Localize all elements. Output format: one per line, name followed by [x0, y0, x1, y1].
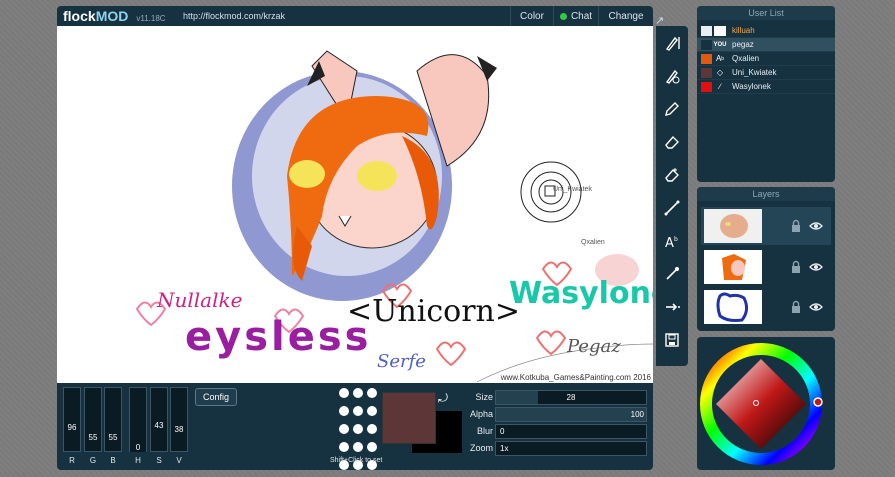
brush-preset[interactable]	[339, 388, 349, 398]
alpha-level	[496, 408, 646, 421]
brush-preset[interactable]	[339, 424, 349, 434]
layer-item[interactable]	[701, 248, 831, 286]
blur-field[interactable]: 0	[495, 424, 647, 439]
user-row[interactable]: ◇ Uni_Kwiatek	[697, 66, 835, 80]
brush-preset[interactable]	[353, 406, 363, 416]
layer-item[interactable]	[701, 207, 831, 245]
blue-slider[interactable]: 55	[104, 387, 122, 452]
brush-preset[interactable]	[367, 442, 377, 452]
layer-item[interactable]	[701, 288, 831, 326]
lock-icon[interactable]	[789, 300, 803, 314]
brush-icon: ∕	[719, 82, 721, 91]
remote-cursor-label: Uni_Kwiatek	[553, 186, 592, 193]
svg-text:b: b	[674, 236, 678, 243]
user-row[interactable]: killuah	[697, 24, 835, 38]
eye-icon[interactable]	[809, 260, 823, 274]
user-row[interactable]: YOU pegaz	[697, 38, 835, 52]
color-picker-icon[interactable]	[656, 257, 688, 290]
user-row[interactable]: ∕ Wasylonek	[697, 80, 835, 94]
canvas-text-nullalke: Nullalke	[157, 288, 243, 312]
user-color-swatch	[701, 39, 712, 50]
fill-brush-icon[interactable]	[656, 59, 688, 92]
eraser-soft-icon[interactable]	[656, 158, 688, 191]
brush-tool-icon[interactable]	[656, 26, 688, 59]
text-tool-icon: Ab	[715, 54, 725, 63]
user-list-title: User List	[697, 6, 835, 20]
chat-status-icon	[559, 12, 567, 20]
brush-preset[interactable]	[353, 424, 363, 434]
version-label: v11.18C	[136, 14, 166, 23]
alpha-field[interactable]: 100	[495, 407, 647, 422]
config-button[interactable]: Config	[195, 388, 237, 406]
pencil-icon[interactable]	[656, 92, 688, 125]
user-color-swatch	[701, 81, 712, 92]
layers-title: Layers	[697, 187, 835, 201]
canvas-text-pegaz: Pegaz	[567, 336, 621, 357]
green-slider[interactable]: 55	[84, 387, 102, 452]
tool-bar: Ab	[656, 26, 688, 366]
brush-hint: Shift+Click to set	[330, 457, 383, 464]
bottom-bar: 96 R 55 G 55 B 0 H 43 S 38 V Config Shif…	[57, 383, 653, 470]
user-row[interactable]: Ab Qxalien	[697, 52, 835, 66]
brush-preset[interactable]	[339, 406, 349, 416]
save-icon[interactable]	[656, 323, 688, 356]
svg-text:A: A	[665, 236, 674, 249]
saturation-slider[interactable]: 43	[150, 387, 168, 452]
layer-thumbnail	[704, 209, 762, 243]
red-slider[interactable]: 96	[63, 387, 81, 452]
user-color-swatch	[701, 67, 712, 78]
app-logo: flock MOD v11.18C	[63, 8, 166, 24]
canvas-text-unicorn: <Unicorn>	[347, 294, 520, 329]
lock-icon[interactable]	[789, 219, 803, 233]
canvas-text-wasylonek: Wasylonek	[509, 276, 653, 311]
change-button[interactable]: Change	[598, 6, 653, 26]
user-color-swatch	[701, 53, 712, 64]
eraser-icon[interactable]	[656, 125, 688, 158]
zoom-field[interactable]: 1x	[495, 441, 647, 456]
canvas-text-serfe: Serfe	[377, 351, 426, 372]
text-tool-icon[interactable]: Ab	[656, 224, 688, 257]
user-color-swatch	[701, 25, 712, 36]
blank-icon	[714, 25, 726, 36]
arrow-right-icon[interactable]	[656, 290, 688, 323]
user-list-panel: User List killuah YOU pegaz Ab Qxalien ◇…	[697, 6, 835, 182]
brush-preset[interactable]	[367, 424, 377, 434]
lock-icon[interactable]	[789, 260, 803, 274]
primary-color-swatch[interactable]	[382, 392, 436, 444]
brush-preset[interactable]	[367, 406, 377, 416]
value-slider[interactable]: 38	[170, 387, 188, 452]
brush-preset[interactable]	[367, 388, 377, 398]
you-badge: YOU	[713, 41, 727, 48]
layer-thumbnail	[704, 290, 762, 324]
color-wheel-panel	[697, 337, 835, 470]
eye-icon[interactable]	[809, 300, 823, 314]
hue-slider[interactable]: 0	[129, 387, 147, 452]
eraser-icon: ◇	[716, 68, 724, 77]
room-url: http://flockmod.com/krzak	[183, 11, 286, 21]
swap-colors-icon[interactable]: ⤾	[438, 391, 448, 406]
chat-button[interactable]: Chat	[553, 6, 598, 26]
remote-cursor-label: Qxalien	[581, 239, 605, 246]
canvas-watermark: www.Kotkuba_Games&Painting.com 2016	[500, 373, 651, 382]
layers-panel: Layers	[697, 187, 835, 331]
canvas-text-eysless: eysless	[185, 314, 372, 360]
brush-preset[interactable]	[353, 442, 363, 452]
drawing-canvas[interactable]: Uni_Kwiatek Qxalien Nullalke eysless <Un…	[57, 26, 653, 383]
size-level	[496, 391, 538, 404]
eye-icon[interactable]	[809, 219, 823, 233]
color-wheel[interactable]	[697, 337, 835, 470]
top-bar: flock MOD v11.18C http://flockmod.com/krz…	[57, 6, 653, 26]
layer-thumbnail	[704, 250, 762, 284]
size-field[interactable]: 28	[495, 390, 647, 405]
line-tool-icon[interactable]	[656, 191, 688, 224]
color-button[interactable]: Color	[510, 6, 553, 26]
brush-preset[interactable]	[339, 442, 349, 452]
brush-preset[interactable]	[353, 388, 363, 398]
